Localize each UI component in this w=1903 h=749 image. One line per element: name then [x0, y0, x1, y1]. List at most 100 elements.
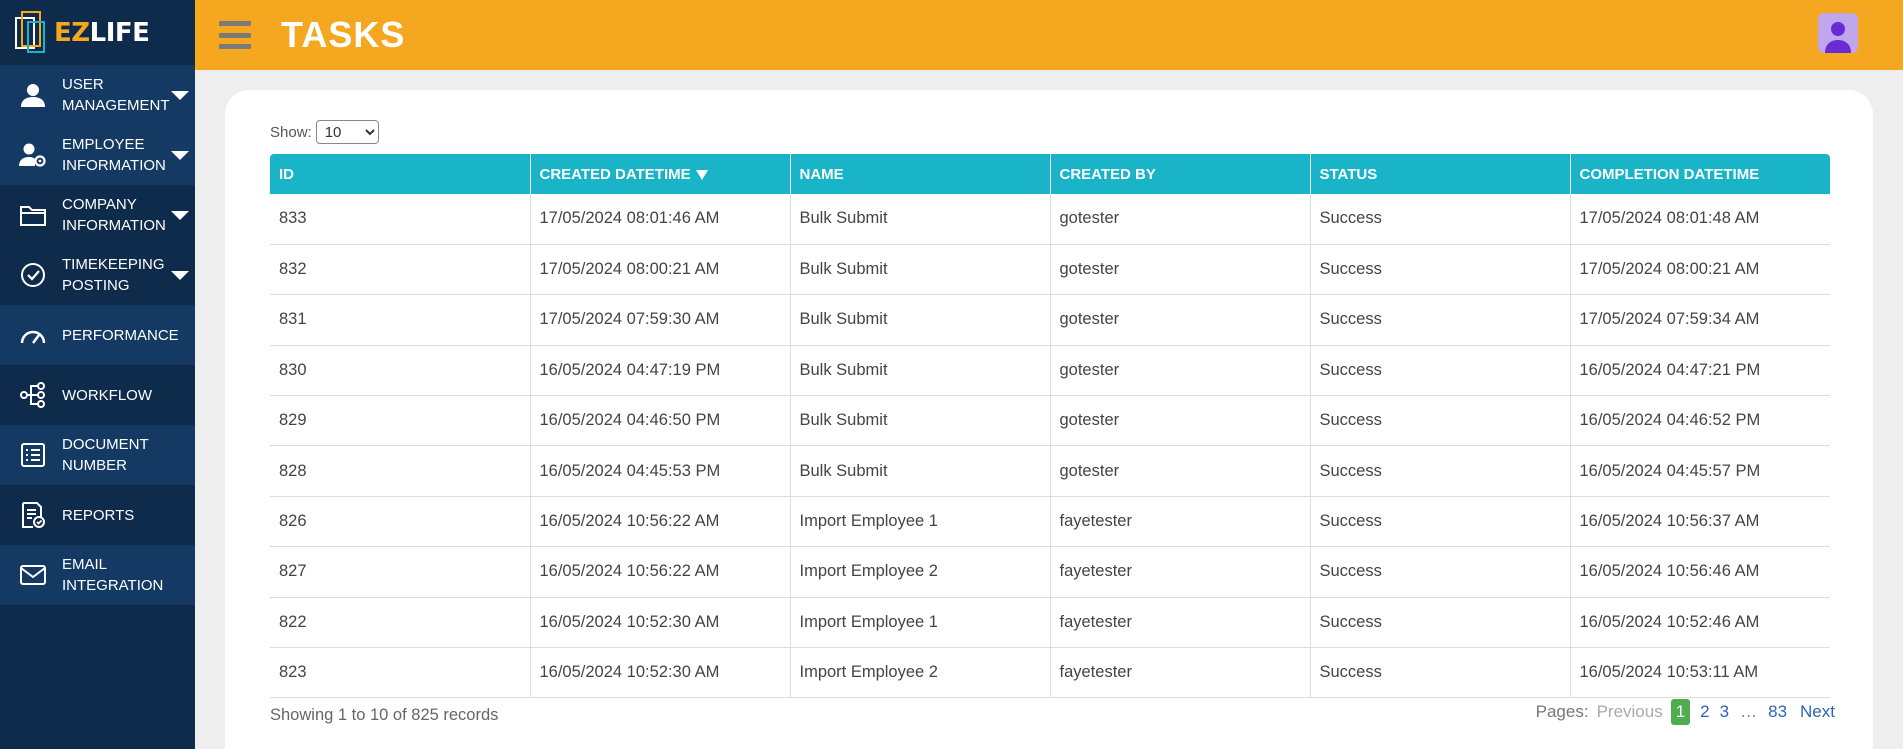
table-row[interactable]: 822 16/05/2024 10:52:30 AM Import Employee…	[270, 597, 1830, 649]
previous-page-button[interactable]: Previous	[1597, 702, 1663, 722]
cell-completion-datetime: 17/05/2024 08:00:21 AM	[1570, 244, 1830, 296]
tasks-card: Show: 10 ID CREATED DATETIME NAME CREATE…	[225, 90, 1873, 749]
cell-created-by: gotester	[1050, 345, 1311, 397]
cell-id: 828	[270, 445, 531, 497]
user-avatar-icon	[1825, 22, 1851, 53]
cell-created-by: gotester	[1050, 194, 1311, 245]
cell-id: 832	[270, 244, 531, 296]
cell-id: 830	[270, 345, 531, 397]
cell-status: Success	[1310, 546, 1571, 598]
sidebar-nav: USER MANAGEMENT EMPLOYEE INFORMATION COM…	[0, 65, 195, 605]
table-header-row: ID CREATED DATETIME NAME CREATED BY STAT…	[270, 154, 1830, 194]
pagination: Pages: Previous 1 2 3 … 83 Next	[1536, 699, 1835, 725]
cell-created-by: fayetester	[1050, 546, 1311, 598]
cell-completion-datetime: 17/05/2024 08:01:48 AM	[1570, 194, 1830, 245]
cell-id: 833	[270, 194, 531, 245]
page-button[interactable]: 1	[1670, 699, 1691, 725]
show-label: Show:	[270, 123, 312, 141]
page-size-select[interactable]: 10	[315, 120, 379, 144]
cell-name: Import Employee 1	[790, 597, 1051, 649]
table-row[interactable]: 832 17/05/2024 08:00:21 AM Bulk Submit gote…	[270, 244, 1830, 296]
sidebar-item-performance[interactable]: PERFORMANCE	[0, 305, 195, 365]
cell-created-by: gotester	[1050, 294, 1311, 346]
cell-status: Success	[1310, 496, 1571, 548]
sidebar-item-label: DOCUMENT NUMBER	[62, 436, 149, 474]
next-page-button[interactable]: Next	[1800, 702, 1835, 722]
check-circle-icon	[16, 258, 50, 292]
cell-created-by: gotester	[1050, 445, 1311, 497]
cell-created-by: gotester	[1050, 244, 1311, 296]
sidebar-item-email-integration[interactable]: EMAIL INTEGRATION	[0, 545, 195, 605]
cell-completion-datetime: 16/05/2024 10:56:37 AM	[1570, 496, 1830, 548]
sidebar: EZLIFE USER MANAGEMENT EMPLOYEE INFORMAT…	[0, 0, 195, 749]
column-header-id[interactable]: ID	[270, 154, 531, 194]
sidebar-item-timekeeping-posting[interactable]: TIMEKEEPING POSTING	[0, 245, 195, 305]
cell-completion-datetime: 17/05/2024 07:59:34 AM	[1570, 294, 1830, 346]
sidebar-item-user-management[interactable]: USER MANAGEMENT	[0, 65, 195, 125]
chevron-down-icon	[171, 151, 189, 160]
cell-name: Bulk Submit	[790, 345, 1051, 397]
column-header-status[interactable]: STATUS	[1310, 154, 1571, 194]
sidebar-item-reports[interactable]: REPORTS	[0, 485, 195, 545]
chevron-down-icon	[171, 211, 189, 220]
cell-created-datetime: 17/05/2024 08:00:21 AM	[530, 244, 791, 296]
page-size-control: Show: 10	[270, 120, 379, 144]
mail-icon	[16, 558, 50, 592]
last-page-button[interactable]: 83	[1768, 702, 1787, 722]
column-header-created-datetime[interactable]: CREATED DATETIME	[530, 154, 791, 194]
logo[interactable]: EZLIFE	[0, 0, 195, 65]
cell-created-by: fayetester	[1050, 496, 1311, 548]
gauge-icon	[16, 318, 50, 352]
table-row[interactable]: 831 17/05/2024 07:59:30 AM Bulk Submit gote…	[270, 294, 1830, 346]
chevron-down-icon	[171, 91, 189, 100]
table-row[interactable]: 823 16/05/2024 10:52:30 AM Import Employee…	[270, 647, 1830, 699]
cell-name: Bulk Submit	[790, 244, 1051, 296]
sidebar-item-label: TIMEKEEPING POSTING	[62, 256, 165, 294]
column-header-completion-datetime[interactable]: COMPLETION DATETIME	[1570, 154, 1830, 194]
cell-created-datetime: 16/05/2024 04:45:53 PM	[530, 445, 791, 497]
cell-created-datetime: 16/05/2024 10:52:30 AM	[530, 647, 791, 699]
cell-completion-datetime: 16/05/2024 10:53:11 AM	[1570, 647, 1830, 699]
cell-id: 823	[270, 647, 531, 699]
table-row[interactable]: 830 16/05/2024 04:47:19 PM Bulk Submit gote…	[270, 345, 1830, 397]
sidebar-item-employee-information[interactable]: EMPLOYEE INFORMATION	[0, 125, 195, 185]
table-row[interactable]: 828 16/05/2024 04:45:53 PM Bulk Submit gote…	[270, 445, 1830, 497]
column-header-name[interactable]: NAME	[790, 154, 1051, 194]
table-row[interactable]: 827 16/05/2024 10:56:22 AM Import Employee…	[270, 546, 1830, 598]
cell-created-by: gotester	[1050, 395, 1311, 447]
sidebar-item-company-information[interactable]: COMPANY INFORMATION	[0, 185, 195, 245]
table-row[interactable]: 833 17/05/2024 08:01:46 AM Bulk Submit gote…	[270, 194, 1830, 245]
cell-status: Success	[1310, 345, 1571, 397]
sidebar-item-label: PERFORMANCE	[62, 326, 179, 344]
sidebar-item-label: EMAIL INTEGRATION	[62, 556, 164, 594]
sidebar-item-document-number[interactable]: DOCUMENT NUMBER	[0, 425, 195, 485]
cell-id: 826	[270, 496, 531, 548]
cell-id: 831	[270, 294, 531, 346]
workflow-icon	[16, 378, 50, 412]
column-header-created-by[interactable]: CREATED BY	[1050, 154, 1311, 194]
cell-status: Success	[1310, 294, 1571, 346]
cell-id: 827	[270, 546, 531, 598]
cell-completion-datetime: 16/05/2024 10:56:46 AM	[1570, 546, 1830, 598]
folder-icon	[16, 198, 50, 232]
sidebar-item-workflow[interactable]: WORKFLOW	[0, 365, 195, 425]
cell-status: Success	[1310, 244, 1571, 296]
sidebar-item-label: REPORTS	[62, 506, 135, 524]
table-row[interactable]: 829 16/05/2024 04:46:50 PM Bulk Submit gote…	[270, 395, 1830, 447]
page-button[interactable]: 3	[1720, 702, 1729, 722]
cell-created-datetime: 16/05/2024 10:56:22 AM	[530, 546, 791, 598]
cell-created-datetime: 16/05/2024 04:46:50 PM	[530, 395, 791, 447]
cell-name: Import Employee 1	[790, 496, 1051, 548]
avatar[interactable]	[1818, 13, 1858, 53]
user-gear-icon	[16, 138, 50, 172]
cell-created-datetime: 17/05/2024 08:01:46 AM	[530, 194, 791, 245]
table-row[interactable]: 826 16/05/2024 10:56:22 AM Import Employee…	[270, 496, 1830, 548]
cell-created-by: fayetester	[1050, 647, 1311, 699]
cell-name: Bulk Submit	[790, 445, 1051, 497]
cell-status: Success	[1310, 597, 1571, 649]
tasks-table: ID CREATED DATETIME NAME CREATED BY STAT…	[270, 154, 1830, 699]
page-button[interactable]: 2	[1700, 702, 1709, 722]
chevron-down-icon	[171, 271, 189, 280]
menu-icon[interactable]	[219, 21, 251, 49]
cell-created-datetime: 16/05/2024 10:52:30 AM	[530, 597, 791, 649]
